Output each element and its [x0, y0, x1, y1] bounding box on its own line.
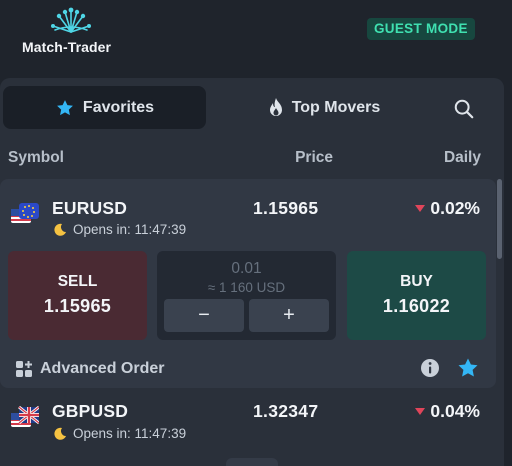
scrollbar-thumb[interactable] [497, 179, 502, 259]
buy-button[interactable]: BUY 1.16022 [347, 251, 486, 340]
buy-price: 1.16022 [382, 296, 451, 316]
decrease-quantity-button[interactable]: − [164, 299, 244, 332]
market-opens: Opens in: 11:47:39 [53, 222, 186, 237]
quantity-approx-value: ≈ 1 160 USD [207, 280, 286, 295]
info-icon[interactable] [419, 357, 441, 379]
daily-change-value: 0.02% [430, 198, 480, 218]
down-triangle-icon [415, 408, 426, 415]
symbol-name: EURUSD [52, 198, 128, 218]
search-icon [454, 99, 474, 119]
symbol-name: GBPUSD [52, 401, 129, 421]
bottom-sheet-handle[interactable] [226, 458, 278, 466]
column-price[interactable]: Price [295, 149, 333, 167]
opens-text: Opens in: 11:47:39 [73, 222, 187, 237]
uk-us-flag-icon [11, 405, 39, 427]
symbol-price: 1.15965 [253, 198, 319, 218]
quantity-stepper: 0.01 ≈ 1 160 USD − + [157, 251, 336, 340]
quantity-value[interactable]: 0.01 [157, 260, 336, 278]
sell-label: SELL [57, 273, 98, 290]
column-header: Symbol Price Daily [0, 136, 504, 178]
search-button[interactable] [450, 95, 478, 123]
market-watch-panel: Favorites Top Movers Symbol Price Daily … [0, 78, 504, 466]
brand-logo: Match-Trader [22, 6, 122, 58]
increase-quantity-button[interactable]: + [249, 299, 329, 332]
daily-change: 0.02% [415, 198, 480, 219]
star-icon [55, 98, 75, 118]
advanced-order-button[interactable]: Advanced Order [15, 359, 164, 379]
instrument-row-gbpusd[interactable]: GBPUSD Opens in: 11:47:39 1.32347 0.04% [0, 389, 496, 449]
moon-icon [53, 223, 67, 237]
tab-top-movers-label: Top Movers [291, 98, 381, 116]
moon-icon [53, 427, 67, 441]
column-symbol[interactable]: Symbol [8, 149, 64, 167]
daily-change: 0.04% [415, 401, 480, 422]
tab-favorites-label: Favorites [82, 98, 155, 116]
tab-top-movers[interactable]: Top Movers [214, 86, 434, 129]
advanced-order-icon [15, 360, 33, 378]
tab-bar: Favorites Top Movers [0, 78, 504, 136]
advanced-order-label: Advanced Order [40, 360, 165, 377]
instrument-row-eurusd[interactable]: EURUSD Opens in: 11:47:39 1.15965 0.02% … [0, 179, 496, 388]
sell-button[interactable]: SELL 1.15965 [8, 251, 147, 340]
daily-change-value: 0.04% [430, 401, 480, 421]
sell-price: 1.15965 [43, 296, 112, 316]
guest-mode-badge[interactable]: GUEST MODE [367, 18, 475, 40]
symbol-price: 1.32347 [253, 401, 319, 421]
down-triangle-icon [415, 205, 426, 212]
flame-icon [268, 97, 284, 118]
market-opens: Opens in: 11:47:39 [53, 426, 186, 441]
buy-label: BUY [400, 273, 433, 290]
top-bar: Match-Trader GUEST MODE [0, 0, 512, 78]
logo-icon [51, 7, 91, 33]
eu-us-flag-icon [11, 203, 39, 223]
column-daily[interactable]: Daily [444, 149, 481, 167]
brand-name: Match-Trader [22, 39, 112, 55]
tab-favorites[interactable]: Favorites [3, 86, 206, 129]
favorite-star-icon[interactable] [456, 356, 480, 380]
opens-text: Opens in: 11:47:39 [73, 426, 187, 441]
